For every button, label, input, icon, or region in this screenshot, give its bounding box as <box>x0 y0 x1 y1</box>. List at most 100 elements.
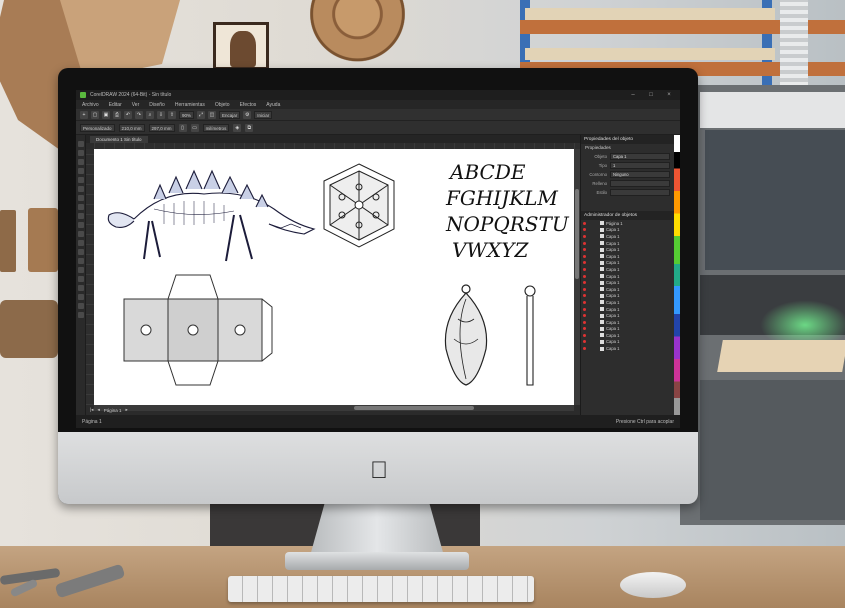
parallel-dimension-icon[interactable] <box>77 231 84 237</box>
pick-tool-icon[interactable] <box>77 141 84 147</box>
visibility-eye-icon[interactable] <box>583 234 586 238</box>
visibility-eye-icon[interactable] <box>583 314 586 318</box>
add-tool-icon[interactable] <box>77 312 84 318</box>
next-page-icon[interactable]: ▸ <box>125 407 127 413</box>
prop-value[interactable]: 1 <box>610 162 670 169</box>
first-page-icon[interactable]: |◂ <box>90 407 93 413</box>
menu-ver[interactable]: Ver <box>132 102 140 108</box>
menu-efectos[interactable]: Efectos <box>240 102 257 108</box>
new-file-button[interactable]: + <box>80 110 88 119</box>
prop-value[interactable]: Capa 1 <box>610 153 670 160</box>
close-button[interactable]: × <box>662 92 676 98</box>
page-height-field[interactable]: 297,0 mm <box>148 123 175 132</box>
object-tree-page[interactable]: Página 1 <box>583 220 672 227</box>
object-tree-layer[interactable]: Capa 1 <box>583 273 672 280</box>
outline-pen-icon[interactable] <box>77 294 84 300</box>
view-icon[interactable]: ◫ <box>208 110 217 119</box>
connector-tool-icon[interactable] <box>77 240 84 246</box>
object-tree-layer[interactable]: Capa 1 <box>583 306 672 313</box>
color-palette[interactable] <box>674 135 680 415</box>
object-tree-layer[interactable]: Capa 1 <box>583 332 672 339</box>
prop-value[interactable] <box>610 189 670 196</box>
page-width-field[interactable]: 210,0 mm <box>118 123 145 132</box>
visibility-eye-icon[interactable] <box>583 333 586 337</box>
prev-page-icon[interactable]: ◂ <box>97 407 99 413</box>
landscape-icon[interactable]: ▭ <box>190 123 199 132</box>
object-tree-layer[interactable]: Capa 1 <box>583 319 672 326</box>
snap-to-dropdown[interactable]: Encajar <box>219 110 241 119</box>
object-tree-layer[interactable]: Capa 1 <box>583 266 672 273</box>
ellipse-tool-icon[interactable] <box>77 204 84 210</box>
crop-tool-icon[interactable] <box>77 159 84 165</box>
open-file-icon[interactable]: ▢ <box>91 110 99 119</box>
rectangle-tool-icon[interactable] <box>77 195 84 201</box>
search-icon[interactable]: ⌕ <box>146 110 154 119</box>
object-tree-layer[interactable]: Capa 1 <box>583 253 672 260</box>
minimize-button[interactable]: – <box>626 92 640 98</box>
visibility-eye-icon[interactable] <box>583 281 586 285</box>
menu-objeto[interactable]: Objeto <box>215 102 230 108</box>
object-tree-layer[interactable]: Capa 1 <box>583 246 672 253</box>
polygon-tool-icon[interactable] <box>77 213 84 219</box>
options-gear-icon[interactable]: ⚙ <box>243 110 252 119</box>
visibility-eye-icon[interactable] <box>583 261 586 265</box>
zoom-level[interactable]: 90% <box>179 110 195 119</box>
zoom-tool-icon[interactable] <box>77 168 84 174</box>
visibility-eye-icon[interactable] <box>583 254 586 258</box>
launch-dropdown[interactable]: Iniciar <box>254 110 273 119</box>
object-tree-layer[interactable]: Capa 1 <box>583 293 672 300</box>
export-icon[interactable]: ⇧ <box>168 110 176 119</box>
print-icon[interactable]: ⎙ <box>113 110 121 119</box>
menu-editar[interactable]: Editar <box>109 102 122 108</box>
prop-value[interactable] <box>610 180 670 187</box>
visibility-eye-icon[interactable] <box>583 228 586 232</box>
menu-ayuda[interactable]: Ayuda <box>266 102 280 108</box>
object-tree-layer[interactable]: Capa 1 <box>583 279 672 286</box>
redo-icon[interactable]: ↷ <box>135 110 143 119</box>
page-preset-dropdown[interactable]: Personalizado <box>80 123 115 132</box>
transparency-icon[interactable] <box>77 258 84 264</box>
units-dropdown[interactable]: milímetros <box>202 123 230 132</box>
visibility-eye-icon[interactable] <box>583 274 586 278</box>
portrait-icon[interactable]: ▯ <box>178 123 187 132</box>
drawing-canvas[interactable]: ABCDE FGHIJKLM NOPQRSTU VWXYZ <box>94 149 574 405</box>
fill-icon[interactable] <box>77 303 84 309</box>
visibility-eye-icon[interactable] <box>583 347 586 351</box>
save-icon[interactable]: ▣ <box>102 110 110 119</box>
nudge-icon[interactable]: ◈ <box>233 123 242 132</box>
undo-icon[interactable]: ↶ <box>124 110 132 119</box>
visibility-eye-icon[interactable] <box>583 320 586 324</box>
visibility-eye-icon[interactable] <box>583 307 586 311</box>
visibility-eye-icon[interactable] <box>583 287 586 291</box>
shape-tool-icon[interactable] <box>77 150 84 156</box>
object-tree-layer[interactable]: Capa 1 <box>583 312 672 319</box>
object-tree-layer[interactable]: Capa 1 <box>583 299 672 306</box>
object-tree-layer[interactable]: Capa 1 <box>583 286 672 293</box>
smart-fill-icon[interactable] <box>77 285 84 291</box>
visibility-eye-icon[interactable] <box>583 327 586 331</box>
menu-archivo[interactable]: Archivo <box>82 102 99 108</box>
prop-value[interactable]: Ninguno <box>610 171 670 178</box>
eyedropper-icon[interactable] <box>77 267 84 273</box>
object-tree-layer[interactable]: Capa 1 <box>583 240 672 247</box>
freehand-tool-icon[interactable] <box>77 177 84 183</box>
menu-herramientas[interactable]: Herramientas <box>175 102 205 108</box>
page-tab[interactable]: Página 1 <box>104 408 122 413</box>
document-tab[interactable]: Documento 1 Sin título <box>90 136 148 143</box>
import-icon[interactable]: ⇩ <box>157 110 165 119</box>
vertical-ruler[interactable] <box>86 149 94 405</box>
text-tool-icon[interactable] <box>77 222 84 228</box>
fullscreen-icon[interactable]: ⤢ <box>197 110 206 119</box>
visibility-eye-icon[interactable] <box>583 221 586 225</box>
artistic-media-icon[interactable] <box>77 186 84 192</box>
object-tree-layer[interactable]: Capa 1 <box>583 233 672 240</box>
visibility-eye-icon[interactable] <box>583 340 586 344</box>
visibility-eye-icon[interactable] <box>583 267 586 271</box>
drop-shadow-icon[interactable] <box>77 249 84 255</box>
interactive-fill-icon[interactable] <box>77 276 84 282</box>
duplicate-icon[interactable]: ⧉ <box>245 123 254 132</box>
maximize-button[interactable]: □ <box>644 92 658 98</box>
object-tree-layer[interactable]: Capa 1 <box>583 326 672 333</box>
visibility-eye-icon[interactable] <box>583 248 586 252</box>
object-tree-layer[interactable]: Capa 1 <box>583 339 672 346</box>
